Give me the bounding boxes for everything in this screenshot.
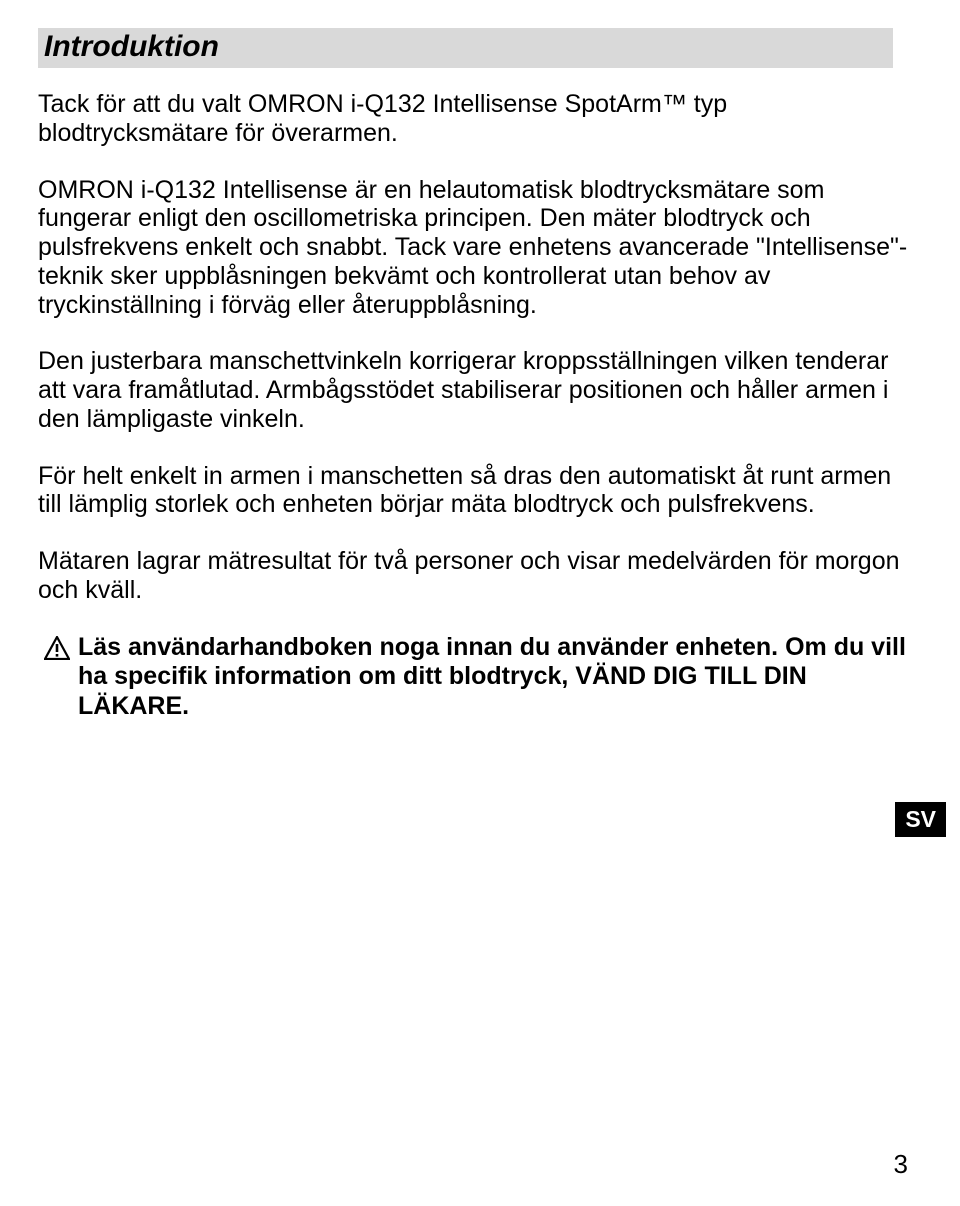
caution-triangle-icon xyxy=(44,636,70,660)
intro-paragraph-1: Tack för att du valt OMRON i-Q132 Intell… xyxy=(38,90,910,148)
intro-paragraph-5: Mätaren lagrar mätresultat för två perso… xyxy=(38,547,910,605)
intro-paragraph-3: Den justerbara manschettvinkeln korriger… xyxy=(38,347,910,433)
intro-paragraph-4: För helt enkelt in armen i manschetten s… xyxy=(38,462,910,520)
language-tab: SV xyxy=(895,802,946,837)
caution-text: Läs användarhandboken noga innan du anvä… xyxy=(78,633,910,722)
caution-block: Läs användarhandboken noga innan du anvä… xyxy=(38,633,910,722)
section-heading-bar: Introduktion xyxy=(38,28,893,68)
page-number: 3 xyxy=(894,1149,908,1180)
intro-paragraph-2: OMRON i-Q132 Intellisense är en helautom… xyxy=(38,176,910,320)
section-heading: Introduktion xyxy=(44,30,887,64)
